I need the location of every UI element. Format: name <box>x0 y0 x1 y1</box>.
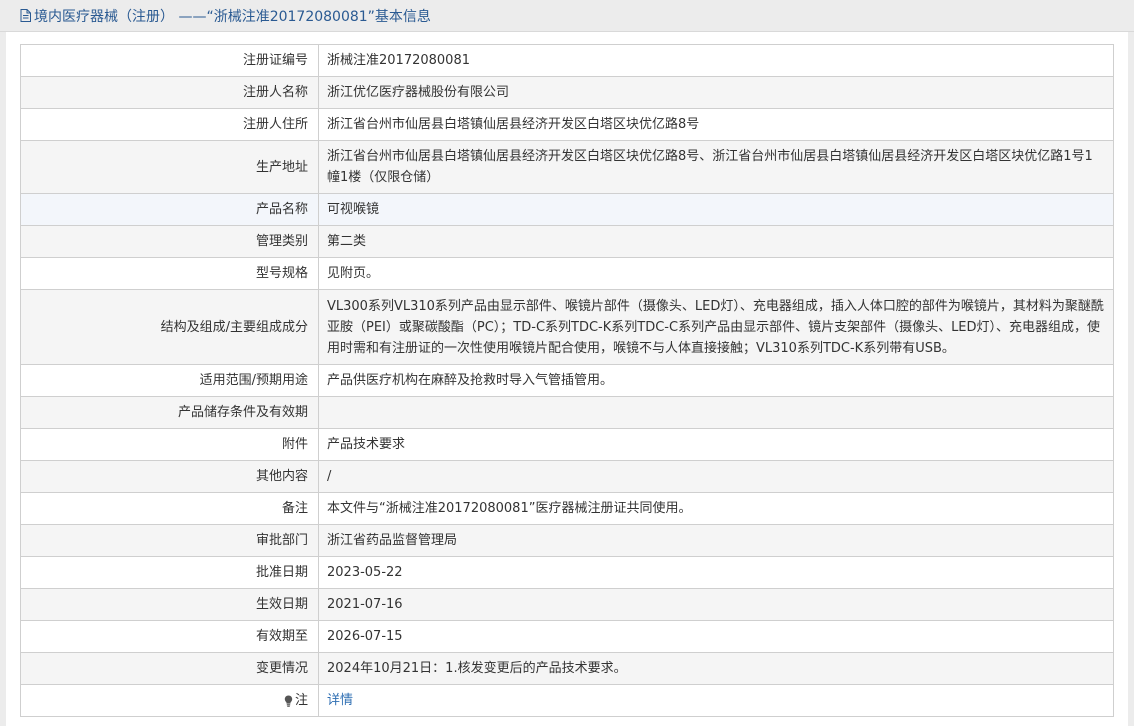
row-value: 产品供医疗机构在麻醉及抢救时导入气管插管用。 <box>318 364 1114 397</box>
note-row: 注 详情 <box>20 684 1114 717</box>
info-panel: 注册证编号 浙械注准20172080081 注册人名称 浙江优亿医疗器械股份有限… <box>6 32 1128 726</box>
table-row: 注册证编号 浙械注准20172080081 <box>20 44 1114 77</box>
row-label: 注册人名称 <box>20 76 319 109</box>
table-row: 有效期至 2026-07-15 <box>20 620 1114 653</box>
row-value: 浙江省台州市仙居县白塔镇仙居县经济开发区白塔区块优亿路8号、浙江省台州市仙居县白… <box>318 140 1114 194</box>
row-value: 2021-07-16 <box>318 588 1114 621</box>
row-value: 见附页。 <box>318 257 1114 290</box>
row-label: 管理类别 <box>20 225 319 258</box>
row-value: 2024年10月21日：1.核发变更后的产品技术要求。 <box>318 652 1114 685</box>
row-value: 可视喉镜 <box>318 193 1114 226</box>
row-value: 本文件与“浙械注准20172080081”医疗器械注册证共同使用。 <box>318 492 1114 525</box>
note-value-cell: 详情 <box>318 684 1114 717</box>
table-row: 结构及组成/主要组成成分 VL300系列VL310系列产品由显示部件、喉镜片部件… <box>20 289 1114 365</box>
row-label: 生效日期 <box>20 588 319 621</box>
table-row: 型号规格 见附页。 <box>20 257 1114 290</box>
row-label: 备注 <box>20 492 319 525</box>
table-row: 管理类别 第二类 <box>20 225 1114 258</box>
row-value: 2023-05-22 <box>318 556 1114 589</box>
row-label: 附件 <box>20 428 319 461</box>
note-label: 注 <box>294 693 308 708</box>
row-value: / <box>318 460 1114 493</box>
row-label: 批准日期 <box>20 556 319 589</box>
row-label: 结构及组成/主要组成成分 <box>20 289 319 365</box>
table-row: 审批部门 浙江省药品监督管理局 <box>20 524 1114 557</box>
row-value <box>318 396 1114 429</box>
table-row: 生效日期 2021-07-16 <box>20 588 1114 621</box>
table-row: 生产地址 浙江省台州市仙居县白塔镇仙居县经济开发区白塔区块优亿路8号、浙江省台州… <box>20 140 1114 194</box>
row-label: 产品名称 <box>20 193 319 226</box>
page-header: 境内医疗器械（注册） ——“浙械注准20172080081”基本信息 <box>0 0 1134 32</box>
row-value: 浙江省药品监督管理局 <box>318 524 1114 557</box>
row-value: 浙江优亿医疗器械股份有限公司 <box>318 76 1114 109</box>
row-value: 浙江省台州市仙居县白塔镇仙居县经济开发区白塔区块优亿路8号 <box>318 108 1114 141</box>
row-label: 产品储存条件及有效期 <box>20 396 319 429</box>
row-label: 变更情况 <box>20 652 319 685</box>
registration-info-table: 注册证编号 浙械注准20172080081 注册人名称 浙江优亿医疗器械股份有限… <box>20 44 1114 717</box>
row-value: 第二类 <box>318 225 1114 258</box>
document-icon <box>20 9 31 22</box>
table-row: 附件 产品技术要求 <box>20 428 1114 461</box>
row-value: 产品技术要求 <box>318 428 1114 461</box>
row-label: 注册人住所 <box>20 108 319 141</box>
table-row: 备注 本文件与“浙械注准20172080081”医疗器械注册证共同使用。 <box>20 492 1114 525</box>
row-label: 适用范围/预期用途 <box>20 364 319 397</box>
table-row: 批准日期 2023-05-22 <box>20 556 1114 589</box>
lightbulb-icon <box>284 695 293 707</box>
table-row: 产品名称 可视喉镜 <box>20 193 1114 226</box>
page-frame: 境内医疗器械（注册） ——“浙械注准20172080081”基本信息 注册证编号… <box>0 0 1134 726</box>
row-label: 型号规格 <box>20 257 319 290</box>
row-label: 生产地址 <box>20 140 319 194</box>
row-label: 其他内容 <box>20 460 319 493</box>
table-row: 注册人住所 浙江省台州市仙居县白塔镇仙居县经济开发区白塔区块优亿路8号 <box>20 108 1114 141</box>
row-value: VL300系列VL310系列产品由显示部件、喉镜片部件（摄像头、LED灯）、充电… <box>318 289 1114 365</box>
table-row: 产品储存条件及有效期 <box>20 396 1114 429</box>
table-row: 注册人名称 浙江优亿医疗器械股份有限公司 <box>20 76 1114 109</box>
table-row: 适用范围/预期用途 产品供医疗机构在麻醉及抢救时导入气管插管用。 <box>20 364 1114 397</box>
row-value: 浙械注准20172080081 <box>318 44 1114 77</box>
note-label-cell: 注 <box>20 684 319 717</box>
table-row: 其他内容 / <box>20 460 1114 493</box>
page-title: 境内医疗器械（注册） ——“浙械注准20172080081”基本信息 <box>34 8 431 25</box>
row-label: 有效期至 <box>20 620 319 653</box>
row-label: 审批部门 <box>20 524 319 557</box>
table-row: 变更情况 2024年10月21日：1.核发变更后的产品技术要求。 <box>20 652 1114 685</box>
row-label: 注册证编号 <box>20 44 319 77</box>
details-link[interactable]: 详情 <box>327 693 353 708</box>
row-value: 2026-07-15 <box>318 620 1114 653</box>
